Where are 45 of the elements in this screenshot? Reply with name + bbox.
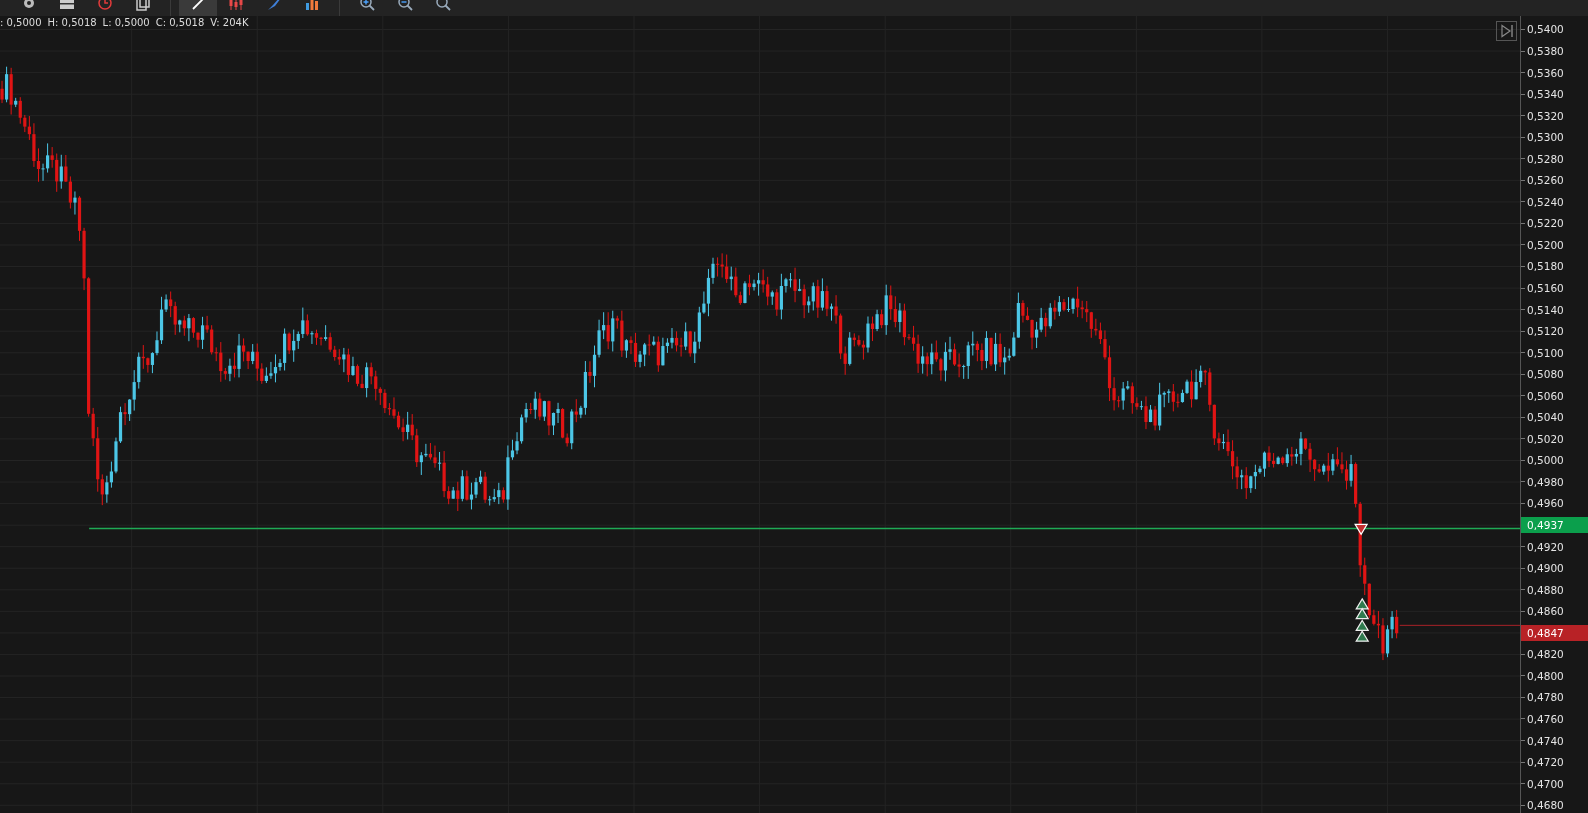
price-label: 0,4760 (1526, 712, 1564, 725)
price-label: 0,4880 (1526, 583, 1564, 596)
price-label: 0,5020 (1526, 432, 1564, 445)
price-label: 0,4740 (1526, 734, 1564, 747)
price-label: 0,5400 (1526, 23, 1564, 36)
price-label: 0,4900 (1526, 562, 1564, 575)
price-label: 0,5180 (1526, 260, 1564, 273)
price-label: 0,5380 (1526, 45, 1564, 57)
ohlc-value: H: 0,5018 (47, 17, 97, 28)
ohlc-value: C: 0,5018 (155, 17, 205, 28)
price-label: 0,4820 (1526, 648, 1564, 661)
price-tag: 0,4847 (1521, 624, 1588, 641)
price-label: 0,5060 (1526, 389, 1564, 402)
ohlc-value: : 0,5000 (0, 17, 42, 28)
price-label: 0,5140 (1526, 303, 1564, 316)
price-label: 0,5280 (1526, 152, 1564, 165)
price-tag: 0,4937 (1521, 517, 1588, 534)
price-label: 0,4980 (1526, 475, 1564, 488)
price-label: 0,4860 (1526, 605, 1564, 618)
price-label: 0,5260 (1526, 174, 1564, 187)
price-label: 0,4780 (1526, 691, 1564, 704)
price-label: 0,5300 (1526, 131, 1564, 144)
price-label: 0,5220 (1526, 217, 1564, 230)
price-label: 0,5160 (1526, 282, 1564, 294)
up-triangles-icon (1355, 597, 1370, 642)
price-label: 0,5120 (1526, 325, 1564, 338)
ohlc-value: V: 204K (210, 17, 249, 28)
price-label: 0,4920 (1526, 540, 1564, 553)
price-label: 0,5340 (1526, 88, 1564, 101)
price-label: 0,5040 (1526, 411, 1564, 424)
price-label: 0,4680 (1526, 799, 1564, 812)
price-label: 0,5100 (1526, 346, 1564, 359)
ohlc-value: L: 0,5000 (102, 17, 150, 28)
price-label: 0,5080 (1526, 368, 1564, 381)
price-label: 0,5200 (1526, 238, 1564, 251)
price-label: 0,4960 (1526, 497, 1564, 510)
price-label: 0,4720 (1526, 756, 1564, 769)
price-label: 0,5320 (1526, 109, 1564, 122)
price-label: 0,4700 (1526, 777, 1564, 790)
price-label: 0,4800 (1526, 669, 1564, 682)
down-triangle-icon (1354, 523, 1369, 536)
price-label: 0,5000 (1526, 454, 1564, 467)
price-label: 0,5240 (1526, 195, 1564, 208)
scroll-to-end-icon[interactable] (1496, 21, 1517, 41)
price-label: 0,5360 (1526, 66, 1564, 79)
